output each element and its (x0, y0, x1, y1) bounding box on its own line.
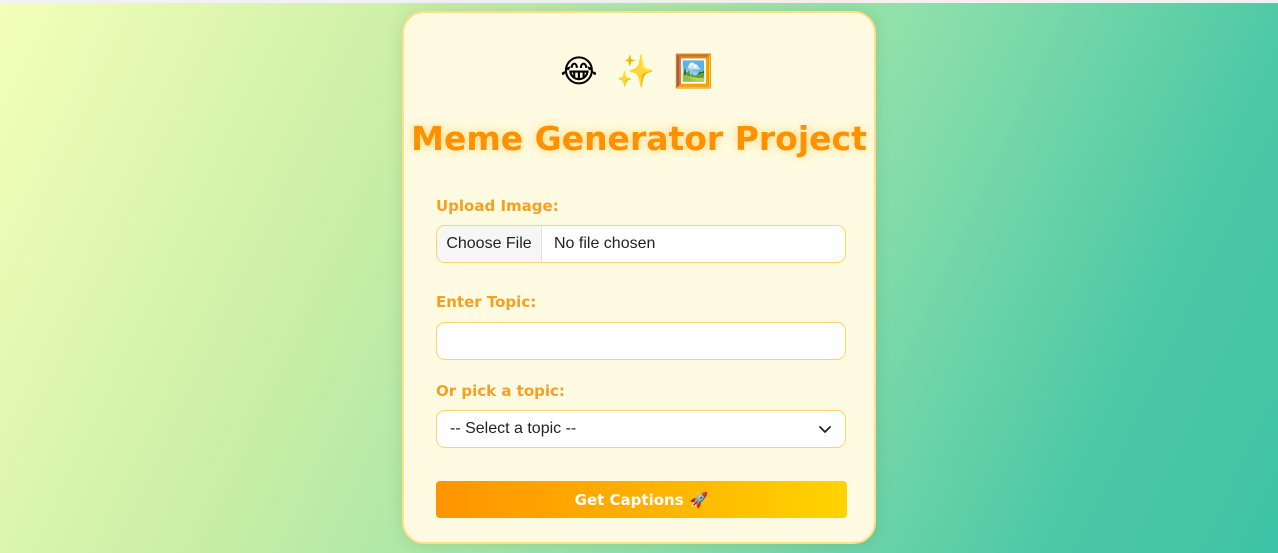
page-title: Meme Generator Project (411, 119, 867, 158)
pick-topic-label: Or pick a topic: (436, 382, 565, 400)
get-captions-label: Get Captions (574, 490, 684, 509)
enter-topic-label: Enter Topic: (436, 293, 537, 311)
upload-image-input[interactable]: Choose File No file chosen (436, 225, 846, 263)
rocket-icon: 🚀 (689, 490, 709, 509)
chevron-down-icon (817, 421, 833, 437)
topic-select-value: -- Select a topic -- (450, 420, 577, 437)
file-status-text: No file chosen (554, 235, 656, 252)
topic-select[interactable]: -- Select a topic -- (436, 410, 846, 448)
header-emojis: 😂 ✨ 🖼️ (560, 52, 718, 90)
get-captions-button[interactable]: Get Captions 🚀 (436, 481, 847, 518)
topic-input[interactable] (436, 322, 846, 360)
choose-file-button[interactable]: Choose File (437, 226, 542, 262)
upload-image-label: Upload Image: (436, 197, 559, 215)
meme-generator-card: 😂 ✨ 🖼️ Meme Generator Project Upload Ima… (402, 11, 876, 544)
browser-top-edge (0, 0, 1278, 3)
